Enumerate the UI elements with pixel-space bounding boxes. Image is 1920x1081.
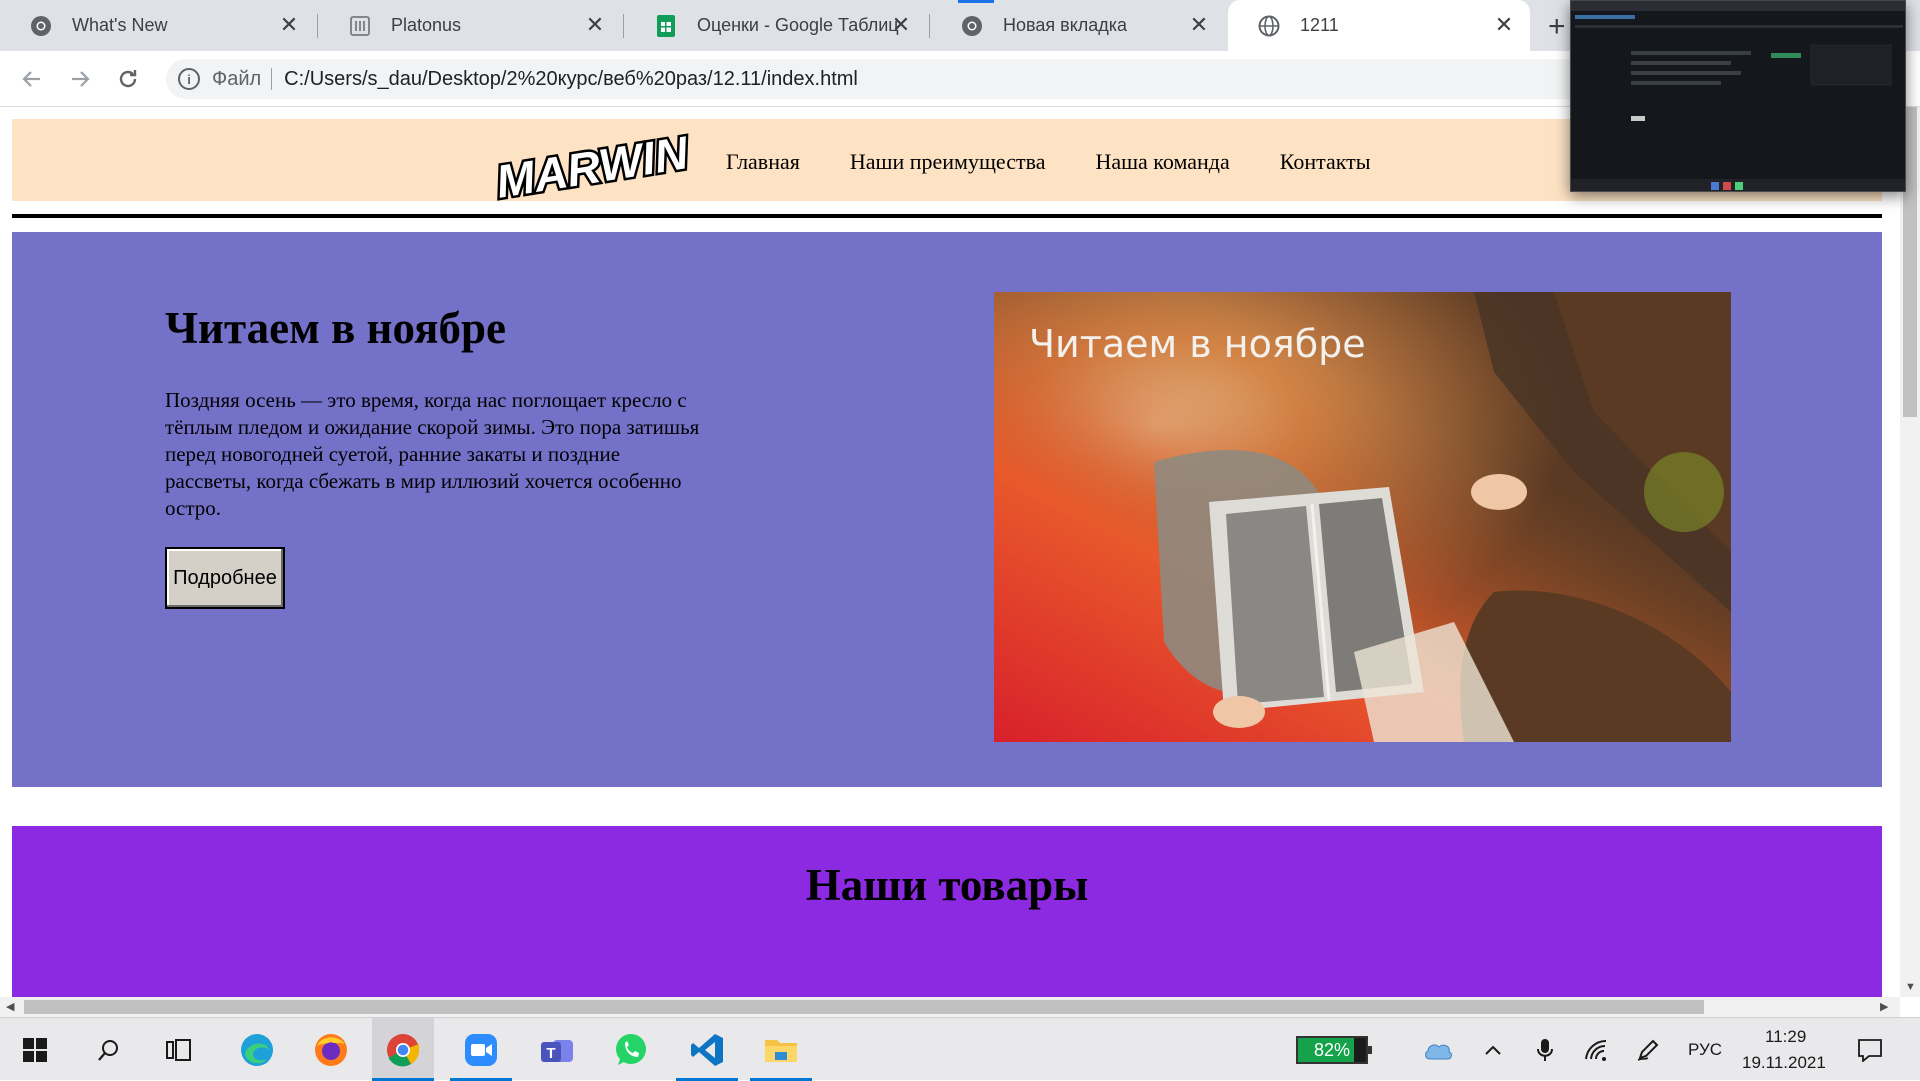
tray-overflow-button[interactable] [1468, 1018, 1518, 1081]
taskbar-edge[interactable] [226, 1018, 288, 1081]
nav-link-home[interactable]: Главная [726, 149, 800, 175]
clock-time[interactable]: 11:29 [1765, 1027, 1806, 1047]
scrollbar-thumb[interactable] [24, 1000, 1704, 1014]
tab-title: Оценки - Google Таблиц [697, 15, 899, 35]
taskbar-file-explorer[interactable] [750, 1018, 812, 1081]
taskbar-chrome[interactable] [372, 1018, 434, 1081]
battery-nub [1368, 1046, 1372, 1054]
pen-icon [1637, 1039, 1659, 1061]
scheme-label: Файл [212, 67, 262, 90]
tab-separator [929, 14, 930, 38]
header-divider [12, 214, 1882, 218]
main-nav: Главная Наши преимущества Наша команда К… [726, 149, 1371, 175]
back-button[interactable] [16, 63, 48, 95]
network-tray[interactable] [1570, 1018, 1622, 1081]
preview-content [1571, 1, 1905, 191]
tab-separator [623, 14, 624, 38]
image-caption: Читаем в ноябре [1029, 322, 1366, 366]
tab-google-sheets[interactable]: Оценки - Google Таблиц ✕ [625, 0, 927, 51]
language-indicator[interactable]: РУС [1688, 1040, 1722, 1060]
close-icon[interactable]: ✕ [889, 13, 913, 37]
marwin-logo[interactable]: MARWIN [490, 131, 694, 203]
notifications-button[interactable] [1840, 1018, 1900, 1081]
new-tab-button[interactable]: + [1548, 10, 1566, 44]
svg-text:T: T [546, 1045, 555, 1062]
scroll-left-arrow-icon[interactable]: ◀ [6, 1000, 14, 1013]
close-icon[interactable]: ✕ [1492, 13, 1516, 37]
clock-date[interactable]: 19.11.2021 [1742, 1053, 1826, 1073]
floating-window-preview[interactable] [1570, 0, 1906, 192]
goods-section: Наши товары [12, 826, 1882, 997]
search-button[interactable] [78, 1018, 140, 1081]
pen-tray[interactable] [1622, 1018, 1674, 1081]
firefox-icon [315, 1033, 347, 1066]
whatsapp-icon [616, 1033, 646, 1065]
url-text[interactable]: C:/Users/s_dau/Desktop/2%20курс/веб%20ра… [284, 68, 858, 91]
chrome-icon [961, 15, 983, 37]
tab-whats-new[interactable]: What's New ✕ [0, 0, 315, 51]
more-button[interactable]: Подробнее [165, 547, 285, 609]
close-icon[interactable]: ✕ [583, 13, 607, 37]
taskbar-firefox[interactable] [300, 1018, 362, 1081]
chrome-icon [30, 15, 52, 37]
windows-taskbar: T 82% РУС 11:29 19.11.2021 [0, 1017, 1920, 1081]
battery-indicator[interactable]: 82% [1296, 1036, 1372, 1064]
tab-separator [317, 14, 318, 38]
taskbar-zoom[interactable] [450, 1018, 512, 1081]
onedrive-tray[interactable] [1408, 1018, 1468, 1081]
taskbar-whatsapp[interactable] [600, 1018, 662, 1081]
task-view-button[interactable] [148, 1018, 210, 1081]
platonus-icon [349, 15, 371, 37]
vertical-scrollbar[interactable]: ▼ [1900, 107, 1920, 997]
globe-icon [1258, 15, 1280, 37]
taskbar-teams[interactable]: T [526, 1018, 588, 1081]
logo-text: MARWIN [492, 131, 692, 203]
hero-text: Поздняя осень — это время, когда нас пог… [165, 388, 700, 520]
forward-button[interactable] [64, 63, 96, 95]
chevron-up-icon [1485, 1045, 1501, 1055]
search-icon [98, 1039, 118, 1061]
goods-title: Наши товары [805, 860, 1089, 910]
taskbar-vscode[interactable] [676, 1018, 738, 1081]
reload-button[interactable] [112, 63, 144, 95]
zoom-icon [465, 1033, 497, 1066]
task-view-icon [166, 1038, 191, 1061]
hero-image: Читаем в ноябре [994, 292, 1731, 742]
tab-title: 1211 [1300, 15, 1339, 35]
horizontal-scrollbar[interactable]: ◀ ▶ [0, 997, 1900, 1017]
battery-percent: 82% [1313, 1040, 1351, 1060]
wifi-icon [1585, 1039, 1607, 1061]
teams-icon: T [541, 1039, 573, 1062]
hero-section: Читаем в ноябре Поздняя осень — это врем… [12, 232, 1882, 787]
google-sheets-icon [655, 14, 677, 37]
tab-1211[interactable]: 1211 ✕ [1228, 0, 1530, 51]
scroll-right-arrow-icon[interactable]: ▶ [1880, 1000, 1888, 1013]
cloud-icon [1425, 1043, 1452, 1059]
vscode-icon [691, 1033, 723, 1066]
microphone-icon [1537, 1038, 1553, 1061]
tab-title: What's New [72, 15, 168, 35]
close-icon[interactable]: ✕ [277, 13, 301, 37]
scroll-down-arrow-icon[interactable]: ▼ [1905, 981, 1916, 993]
nav-link-advantages[interactable]: Наши преимущества [850, 149, 1046, 175]
tab-platonus[interactable]: Platonus ✕ [319, 0, 621, 51]
nav-link-contacts[interactable]: Контакты [1280, 149, 1371, 175]
tab-title: Platonus [391, 15, 462, 35]
windows-icon [23, 1037, 47, 1062]
close-icon[interactable]: ✕ [1187, 13, 1211, 37]
tab-title: Новая вкладка [1003, 15, 1128, 35]
microphone-tray[interactable] [1520, 1018, 1570, 1081]
folder-icon [765, 1039, 797, 1062]
tab-new-tab[interactable]: Новая вкладка ✕ [931, 0, 1225, 51]
start-button[interactable] [4, 1018, 66, 1081]
omnibox-separator [271, 68, 273, 90]
hero-title: Читаем в ноябре [165, 303, 506, 353]
nav-link-team[interactable]: Наша команда [1095, 149, 1229, 175]
chrome-icon [387, 1033, 420, 1066]
notification-icon [1858, 1038, 1882, 1062]
info-icon[interactable]: i [178, 68, 200, 90]
edge-icon [241, 1033, 273, 1066]
page-viewport: MARWIN Главная Наши преимущества Наша ко… [0, 107, 1900, 997]
